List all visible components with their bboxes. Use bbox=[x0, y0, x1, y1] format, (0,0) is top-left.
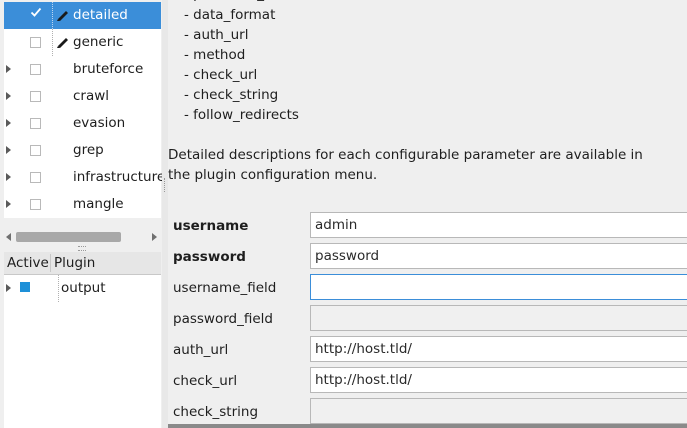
password-field-input[interactable] bbox=[310, 305, 687, 331]
field-label-check-url: check_url bbox=[173, 373, 238, 389]
checkbox[interactable] bbox=[30, 64, 41, 75]
username-field-input[interactable] bbox=[310, 274, 687, 300]
splitter-grip bbox=[164, 178, 167, 192]
scroll-right-icon[interactable] bbox=[152, 233, 157, 241]
active-indicator[interactable] bbox=[20, 282, 30, 292]
tree-guide bbox=[52, 29, 53, 56]
expand-arrow-icon[interactable] bbox=[6, 65, 11, 73]
pencil-icon bbox=[56, 35, 70, 53]
pencil-icon bbox=[56, 8, 70, 26]
checkbox[interactable] bbox=[30, 145, 41, 156]
checkbox[interactable] bbox=[30, 199, 41, 210]
tree-item-generic[interactable]: generic bbox=[4, 29, 161, 56]
param-list-item: - check_string bbox=[184, 87, 279, 103]
tree-guide bbox=[58, 275, 59, 302]
column-separator bbox=[50, 254, 51, 272]
expand-arrow-icon[interactable] bbox=[6, 146, 11, 154]
bottom-border bbox=[168, 424, 687, 428]
field-label-username: username bbox=[173, 218, 249, 234]
check-icon[interactable] bbox=[30, 6, 42, 22]
tree-item-label: detailed bbox=[73, 7, 128, 23]
tree-item-detailed[interactable]: detailed bbox=[4, 2, 161, 29]
param-list-item: - check_url bbox=[184, 67, 258, 83]
checkbox[interactable] bbox=[30, 172, 41, 183]
field-label-password-field: password_field bbox=[173, 311, 273, 327]
column-header-plugin[interactable]: Plugin bbox=[54, 255, 95, 271]
description-text: the plugin configuration menu. bbox=[168, 167, 378, 183]
plugin-config-panel: - password_field - data_format - auth_ur… bbox=[168, 0, 687, 428]
list-item-output[interactable]: output bbox=[4, 275, 161, 302]
horizontal-scrollbar[interactable] bbox=[4, 228, 161, 245]
field-label-check-string: check_string bbox=[173, 404, 259, 420]
scrollbar-thumb[interactable] bbox=[16, 232, 121, 242]
tree-item-crawl[interactable]: crawl bbox=[4, 83, 161, 110]
check-string-input[interactable] bbox=[310, 398, 687, 424]
field-label-username-field: username_field bbox=[173, 280, 277, 296]
param-list-item: - method bbox=[184, 47, 246, 63]
tree-item-label: bruteforce bbox=[73, 61, 144, 77]
tree-item-grep[interactable]: grep bbox=[4, 137, 161, 164]
scroll-left-icon[interactable] bbox=[6, 233, 11, 241]
field-label-password: password bbox=[173, 249, 246, 265]
param-list-item: - password_field bbox=[184, 0, 293, 2]
tree-item-bruteforce[interactable]: bruteforce bbox=[4, 56, 161, 83]
column-header-active[interactable]: Active bbox=[7, 255, 49, 271]
checkbox[interactable] bbox=[30, 91, 41, 102]
tree-item-label: infrastructure bbox=[73, 169, 166, 185]
expand-arrow-icon[interactable] bbox=[6, 92, 11, 100]
param-list-item: - follow_redirects bbox=[184, 107, 299, 123]
auth-url-input[interactable]: http://host.tld/ bbox=[310, 336, 687, 362]
check-url-input[interactable]: http://host.tld/ bbox=[310, 367, 687, 393]
username-field[interactable]: admin bbox=[310, 212, 687, 238]
param-list-item: - data_format bbox=[184, 7, 276, 23]
tree-item-label: evasion bbox=[73, 115, 126, 131]
tree-item-evasion[interactable]: evasion bbox=[4, 110, 161, 137]
tree-item-label: mangle bbox=[73, 196, 124, 212]
expand-arrow-icon[interactable] bbox=[6, 119, 11, 127]
tree-item-label: grep bbox=[73, 142, 104, 158]
tree-item-label: crawl bbox=[73, 88, 110, 104]
param-list-item: - auth_url bbox=[184, 27, 249, 43]
list-item-label: output bbox=[61, 280, 106, 296]
tree-item-infrastructure[interactable]: infrastructure bbox=[4, 164, 165, 191]
pane-splitter-handle[interactable] bbox=[78, 246, 86, 251]
expand-arrow-icon[interactable] bbox=[6, 173, 11, 181]
expand-arrow-icon[interactable] bbox=[6, 200, 11, 208]
tree-guide bbox=[52, 2, 53, 29]
plugin-tree: detailed generic bruteforce crawl evasio… bbox=[4, 2, 165, 218]
expand-arrow-icon[interactable] bbox=[6, 284, 11, 292]
description-text: Detailed descriptions for each configura… bbox=[168, 147, 643, 163]
left-panel: detailed generic bruteforce crawl evasio… bbox=[0, 0, 165, 428]
checkbox[interactable] bbox=[30, 118, 41, 129]
output-plugins-header: Active Plugin bbox=[4, 252, 161, 275]
tree-item-label: generic bbox=[73, 34, 124, 50]
output-plugin-list: output bbox=[4, 275, 161, 428]
checkbox[interactable] bbox=[30, 37, 41, 48]
field-label-auth-url: auth_url bbox=[173, 342, 229, 358]
password-field[interactable]: password bbox=[310, 243, 687, 269]
tree-item-mangle[interactable]: mangle bbox=[4, 191, 161, 218]
